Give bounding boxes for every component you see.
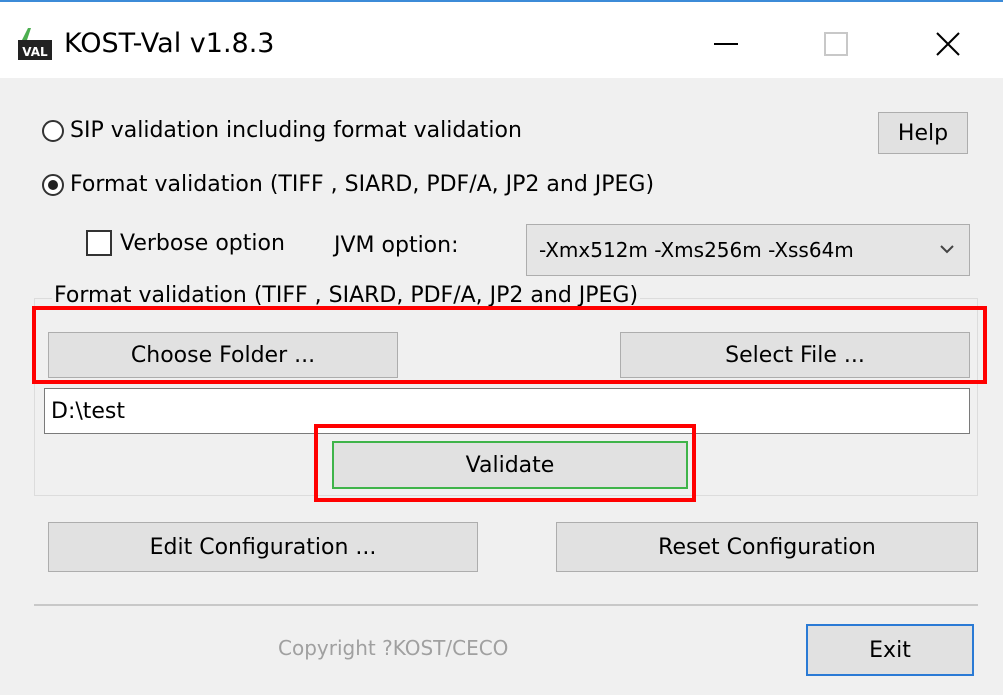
maximize-icon — [824, 32, 848, 56]
help-button[interactable]: Help — [878, 112, 968, 154]
sip-validation-radio[interactable] — [42, 119, 64, 142]
verbose-checkbox[interactable] — [86, 230, 112, 256]
edit-configuration-button[interactable]: Edit Configuration ... — [48, 522, 478, 572]
close-icon — [936, 32, 960, 56]
sip-validation-label: SIP validation including format validati… — [70, 118, 522, 143]
format-validation-group-title: Format validation (TIFF , SIARD, PDF/A, … — [52, 283, 641, 308]
app-window: VAL KOST-Val v1.8.3 SIP validation inclu… — [0, 0, 1003, 695]
verbose-label: Verbose option — [120, 230, 285, 256]
svg-text:VAL: VAL — [22, 45, 48, 59]
exit-button[interactable]: Exit — [806, 624, 974, 676]
path-value: D:\test — [51, 398, 126, 424]
format-validation-radio[interactable] — [42, 173, 64, 196]
sip-validation-option[interactable]: SIP validation including format validati… — [42, 118, 522, 143]
separator — [34, 604, 978, 606]
jvm-option-label: JVM option: — [334, 233, 459, 258]
format-validation-option[interactable]: Format validation (TIFF , SIARD, PDF/A, … — [42, 172, 654, 197]
window-title: KOST-Val v1.8.3 — [64, 28, 275, 59]
chevron-down-icon — [940, 245, 954, 254]
title-bar[interactable]: VAL KOST-Val v1.8.3 — [0, 2, 1003, 78]
maximize-button[interactable] — [806, 16, 866, 72]
reset-configuration-button[interactable]: Reset Configuration — [556, 522, 978, 572]
minimize-icon — [714, 43, 738, 45]
format-validation-label: Format validation (TIFF , SIARD, PDF/A, … — [70, 172, 655, 197]
verbose-option[interactable]: Verbose option — [86, 230, 285, 256]
minimize-button[interactable] — [696, 16, 756, 72]
highlight-box-validate — [314, 424, 696, 502]
jvm-option-select[interactable]: -Xmx512m -Xms256m -Xss64m — [526, 224, 970, 276]
jvm-option-value: -Xmx512m -Xms256m -Xss64m — [539, 238, 854, 262]
highlight-box-choose-buttons — [32, 306, 987, 384]
close-button[interactable] — [918, 16, 978, 72]
copyright-text: Copyright ?KOST/CECO — [278, 636, 509, 660]
app-icon: VAL — [18, 28, 52, 60]
